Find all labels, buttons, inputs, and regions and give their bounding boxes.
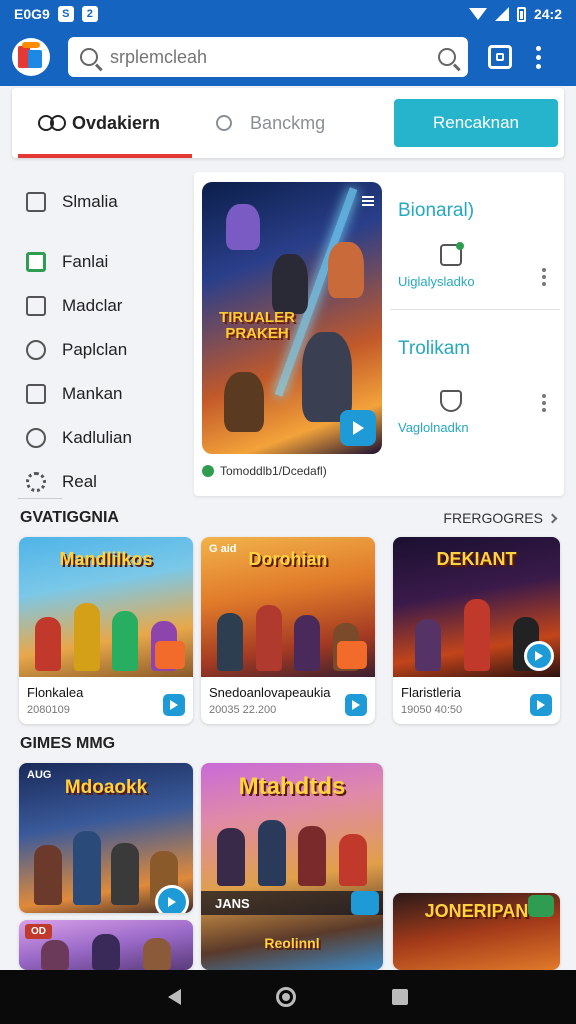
sidebar-item-5[interactable]: Mankan — [18, 372, 188, 416]
sidebar-item-1[interactable]: Slmalia — [18, 180, 188, 224]
cast-icon[interactable] — [488, 45, 512, 69]
entry-subtitle: Vaglolnadkn — [398, 420, 469, 435]
featured-caption-text: Tomoddlb1/Dcedafl) — [220, 464, 327, 478]
flag-icon — [26, 252, 46, 272]
home-icon[interactable] — [276, 987, 297, 1007]
status-clock: 24:2 — [533, 6, 562, 22]
user-icon — [216, 115, 240, 131]
more-vertical-icon[interactable] — [542, 394, 546, 412]
sidebar-item-label: Paplclan — [62, 340, 128, 359]
card-art-title: Dorohian — [248, 549, 328, 569]
card-art-title: DEKIANT — [436, 549, 517, 569]
sidebar-item-label: Real — [62, 472, 97, 491]
section-title: GIMES MMG — [20, 735, 116, 752]
controller-icon[interactable] — [351, 891, 379, 915]
sidebar-item-label: Kadlulian — [62, 428, 132, 447]
sidebar-item-label: Mankan — [62, 384, 123, 403]
featured-panel: TIRUALER PRAKEH Tomoddlb1/Dcedafl) Biona… — [194, 172, 564, 496]
status-bar: E0G9 S 2 24:2 — [0, 0, 576, 28]
sidebar-item-label: Fanlai — [62, 252, 109, 271]
search-icon — [80, 48, 98, 66]
game-card[interactable]: Mandlilkos Flonkalea 2080109 — [19, 537, 193, 724]
sidebar-item-4[interactable]: Paplclan — [18, 328, 188, 372]
card-tag-icon — [155, 641, 185, 669]
signal-icon — [494, 7, 509, 21]
book-icon — [26, 192, 46, 212]
entry-title: Bionaral) — [398, 200, 475, 221]
featured-entry-1[interactable]: Bionaral) Uiglalysladko — [398, 200, 558, 289]
card-art-title: Mdoaokk — [64, 777, 148, 798]
more-vertical-icon[interactable] — [542, 268, 546, 286]
search-submit-icon[interactable] — [438, 48, 456, 66]
game-card[interactable]: JONERIPAN — [393, 893, 560, 970]
sidebar-item-6[interactable]: Kadlulian — [18, 416, 188, 460]
tab-ranking[interactable]: Banckmg — [190, 88, 351, 158]
tab-bar: Ovdakiern Banckmg Rencaknan — [12, 88, 564, 158]
game-card[interactable]: OD — [19, 920, 193, 970]
users-icon — [38, 115, 66, 131]
play-icon[interactable] — [340, 410, 376, 446]
featured-game-art[interactable]: TIRUALER PRAKEH — [202, 182, 382, 454]
play-icon[interactable] — [524, 641, 554, 671]
play-icon[interactable] — [530, 694, 552, 716]
app-logo[interactable] — [12, 38, 50, 76]
featured-title: TIRUALER PRAKEH — [219, 309, 295, 342]
system-nav-bar — [0, 970, 576, 1024]
shield-icon — [440, 390, 462, 412]
divider — [390, 309, 560, 310]
sidebar-item-3[interactable]: Madclar — [18, 284, 188, 328]
circle-icon — [26, 428, 46, 448]
more-options-icon[interactable] — [536, 45, 541, 69]
divider — [18, 498, 62, 499]
card-art-title: Mtahdtds — [238, 773, 346, 800]
section-title: GVATIGGNIA — [20, 509, 119, 526]
chevron-right-icon — [547, 513, 558, 523]
entry-title: Trolikam — [398, 338, 471, 359]
see-all-label: FRERGOGRES — [443, 510, 543, 526]
card-art-title: Reolinnl — [264, 935, 320, 951]
see-all-link[interactable]: FRERGOGRES — [443, 510, 558, 526]
game-card[interactable]: Mtahdtds JANS Reolinnl — [201, 763, 383, 970]
play-icon[interactable] — [163, 694, 185, 716]
sidebar-item-label: Madclar — [62, 296, 123, 315]
card-art-title: Mandlilkos — [59, 549, 153, 569]
status-notification-icon-2: 2 — [81, 6, 98, 22]
tab-label: Banckmg — [250, 112, 326, 133]
featured-entry-2[interactable]: Trolikam Vaglolnadkn — [398, 338, 558, 435]
sidebar-item-label: Slmalia — [62, 192, 118, 211]
menu-icon[interactable] — [362, 196, 374, 206]
search-input[interactable] — [110, 46, 410, 68]
verified-icon — [202, 465, 214, 477]
entry-subtitle: Uiglalysladko — [398, 274, 475, 289]
game-card[interactable]: G aid Dorohian Snedoanlovapeaukia 20035 … — [201, 537, 375, 724]
back-icon[interactable] — [167, 989, 181, 1005]
download-icon — [440, 242, 464, 266]
game-card[interactable]: AUG Mdoaokk — [19, 763, 193, 913]
gear-icon — [26, 472, 46, 492]
tab-label: Ovdakiern — [72, 112, 161, 133]
search-box[interactable] — [68, 37, 468, 77]
app-bar — [0, 28, 576, 86]
sidebar: Slmalia Fanlai Madclar Paplclan Mankan K… — [18, 180, 188, 504]
battery-icon — [516, 6, 526, 22]
game-card[interactable]: DEKIANT Flaristleria 19050 40:50 — [393, 537, 560, 724]
image-icon — [26, 296, 46, 316]
featured-caption: Tomoddlb1/Dcedafl) — [202, 464, 327, 478]
tab-overview[interactable]: Ovdakiern — [12, 88, 193, 158]
controller-icon[interactable] — [528, 895, 554, 917]
card-tag-icon — [337, 641, 367, 669]
play-icon[interactable] — [155, 885, 189, 913]
play-icon[interactable] — [345, 694, 367, 716]
recent-apps-icon[interactable] — [392, 989, 409, 1005]
square-icon — [26, 384, 46, 404]
status-notification-icon: S — [57, 6, 74, 22]
sidebar-item-2[interactable]: Fanlai — [18, 240, 188, 284]
wifi-icon — [468, 8, 487, 20]
status-time: E0G9 — [14, 6, 50, 22]
search-refresh-icon — [26, 340, 46, 360]
recommend-button[interactable]: Rencaknan — [394, 99, 558, 147]
